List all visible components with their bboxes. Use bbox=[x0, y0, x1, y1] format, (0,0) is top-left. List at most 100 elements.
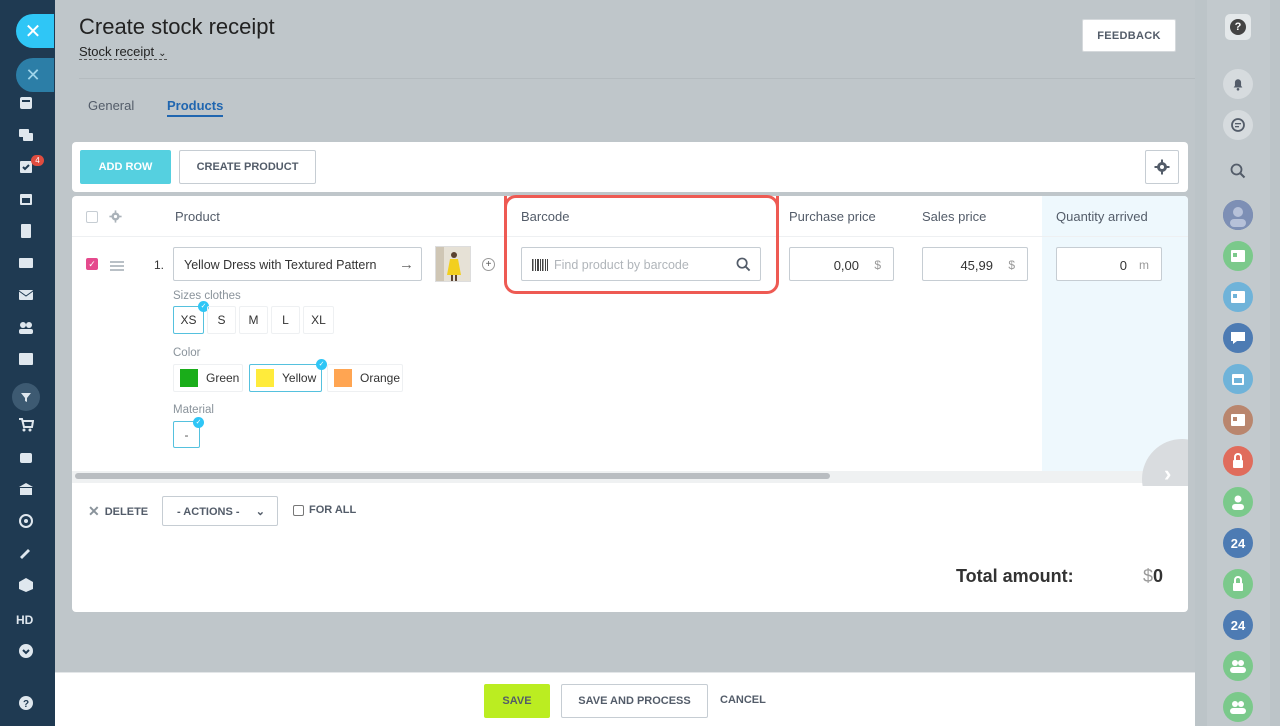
products-grid: Product Barcode Purchase price Sales pri… bbox=[72, 196, 1188, 486]
size-label: XS bbox=[180, 313, 197, 327]
helpdesk-label[interactable]: HD bbox=[16, 613, 33, 627]
select-all-checkbox[interactable] bbox=[86, 211, 98, 223]
group-chat-icon[interactable] bbox=[1223, 323, 1253, 353]
document-type-selector[interactable]: Stock receipt ⌄ bbox=[79, 44, 167, 60]
calendar-icon[interactable] bbox=[1223, 364, 1253, 394]
tab-products[interactable]: Products bbox=[167, 98, 224, 117]
main-area: Create stock receipt Stock receipt ⌄ FEED… bbox=[55, 0, 1195, 726]
contact-card-icon[interactable] bbox=[1223, 241, 1253, 271]
arrow-right-icon[interactable]: → bbox=[399, 256, 414, 273]
box-icon[interactable] bbox=[17, 577, 35, 593]
bitrix24-icon[interactable]: 24 bbox=[1223, 610, 1253, 640]
material-label: Material bbox=[173, 404, 214, 416]
add-image-icon[interactable]: + bbox=[482, 258, 495, 271]
contact-card-icon[interactable] bbox=[1223, 405, 1253, 435]
help-icon: ? bbox=[1230, 19, 1246, 35]
color-option-yellow[interactable]: Yellow ✓ bbox=[249, 359, 327, 392]
for-all-label: FOR ALL bbox=[309, 504, 357, 516]
size-option-xs[interactable]: XS ✓ bbox=[173, 301, 209, 334]
help-icon[interactable]: ? bbox=[17, 695, 35, 711]
cart-icon[interactable] bbox=[17, 417, 35, 433]
bell-icon[interactable] bbox=[1223, 69, 1253, 99]
help-button[interactable]: ? bbox=[1225, 14, 1251, 40]
cancel-button[interactable]: CANCEL bbox=[720, 694, 766, 706]
mail-icon[interactable] bbox=[17, 287, 35, 303]
users-icon[interactable] bbox=[1223, 651, 1253, 681]
chevron-down-icon: ⌄ bbox=[255, 506, 265, 518]
column-header-sales-price[interactable]: Sales price bbox=[922, 209, 986, 224]
purchase-price-currency: $ bbox=[874, 258, 881, 272]
quantity-unit: m bbox=[1139, 258, 1149, 272]
lock-icon[interactable] bbox=[1223, 446, 1253, 476]
purchase-price-field[interactable]: 0,00 $ bbox=[789, 247, 894, 281]
total-amount-label: Total amount: bbox=[956, 566, 1074, 586]
sales-price-currency: $ bbox=[1008, 258, 1015, 272]
chat-icon[interactable] bbox=[17, 127, 35, 143]
actions-label: - ACTIONS - bbox=[177, 506, 240, 518]
barcode-highlight bbox=[504, 196, 779, 294]
color-name: Orange bbox=[360, 371, 401, 385]
save-and-process-button[interactable]: SAVE AND PROCESS bbox=[561, 684, 708, 718]
lock-icon[interactable] bbox=[1223, 569, 1253, 599]
tab-general[interactable]: General bbox=[88, 98, 134, 113]
settings-button[interactable] bbox=[1145, 150, 1179, 184]
for-all-checkbox[interactable]: FOR ALL bbox=[293, 504, 356, 516]
product-name-field[interactable]: Yellow Dress with Textured Pattern bbox=[173, 247, 422, 281]
column-header-quantity-arrived[interactable]: Quantity arrived bbox=[1056, 209, 1148, 224]
chat-icon[interactable] bbox=[1223, 110, 1253, 140]
column-header-product[interactable]: Product bbox=[175, 209, 220, 224]
sizes-label: Sizes clothes bbox=[173, 290, 241, 302]
size-label: M bbox=[248, 313, 259, 327]
user-icon[interactable] bbox=[1223, 487, 1253, 517]
feed-icon[interactable] bbox=[17, 95, 35, 111]
document-icon[interactable] bbox=[17, 223, 35, 239]
feedback-button[interactable]: FEEDBACK bbox=[1082, 19, 1176, 52]
avatar[interactable] bbox=[1223, 200, 1253, 230]
product-thumbnail[interactable] bbox=[435, 246, 471, 282]
close-icon[interactable]: ✕ bbox=[16, 14, 54, 48]
create-product-button[interactable]: CREATE PRODUCT bbox=[179, 150, 316, 184]
close-icon-secondary[interactable]: ✕ bbox=[16, 58, 54, 92]
size-option-s[interactable]: S bbox=[207, 306, 236, 334]
bank-icon[interactable] bbox=[17, 481, 35, 497]
size-option-l[interactable]: L bbox=[271, 306, 300, 334]
calendar-icon[interactable] bbox=[17, 191, 35, 207]
color-label: Color bbox=[173, 347, 201, 359]
delete-button[interactable]: ✕ DELETE bbox=[88, 503, 148, 520]
groups-icon[interactable] bbox=[17, 319, 35, 335]
drag-handle-icon[interactable] bbox=[110, 261, 124, 273]
chevron-down-icon[interactable] bbox=[17, 643, 35, 659]
contact-card-icon[interactable] bbox=[1223, 282, 1253, 312]
material-option[interactable]: - ✓ bbox=[173, 417, 204, 448]
checkmark-icon: ✓ bbox=[193, 417, 204, 428]
size-option-m[interactable]: M bbox=[239, 306, 268, 334]
drive-icon[interactable] bbox=[17, 255, 35, 271]
bitrix24-icon[interactable]: 24 bbox=[1223, 528, 1253, 558]
column-settings-icon[interactable] bbox=[109, 210, 122, 223]
contact-card-icon[interactable] bbox=[17, 351, 35, 367]
signature-icon[interactable] bbox=[17, 545, 35, 561]
search-icon[interactable] bbox=[1223, 156, 1253, 186]
quantity-field[interactable]: 0 m bbox=[1056, 247, 1162, 281]
svg-text:?: ? bbox=[23, 699, 29, 710]
row-checkbox[interactable]: ✓ bbox=[86, 258, 98, 270]
color-option-orange[interactable]: Orange bbox=[327, 364, 403, 392]
add-row-button[interactable]: ADD ROW bbox=[80, 150, 171, 184]
target-icon[interactable] bbox=[17, 513, 35, 529]
robot-icon[interactable] bbox=[17, 449, 35, 465]
page-title: Create stock receipt bbox=[79, 14, 275, 39]
sales-price-field[interactable]: 45,99 $ bbox=[922, 247, 1028, 281]
total-number: 0 bbox=[1153, 566, 1164, 586]
total-currency: $ bbox=[1143, 566, 1154, 586]
users-icon[interactable] bbox=[1223, 692, 1253, 722]
color-swatch bbox=[256, 369, 274, 387]
save-button[interactable]: SAVE bbox=[484, 684, 550, 718]
size-option-xl[interactable]: XL bbox=[303, 306, 334, 334]
color-option-green[interactable]: Green bbox=[173, 364, 243, 392]
column-header-purchase-price[interactable]: Purchase price bbox=[789, 209, 876, 224]
actions-select[interactable]: - ACTIONS - ⌄ bbox=[162, 496, 278, 526]
color-name: Green bbox=[206, 371, 240, 385]
horizontal-scrollbar[interactable] bbox=[75, 473, 830, 479]
total-amount-value: $0 bbox=[1143, 566, 1163, 587]
crm-filter-icon[interactable] bbox=[12, 383, 40, 411]
